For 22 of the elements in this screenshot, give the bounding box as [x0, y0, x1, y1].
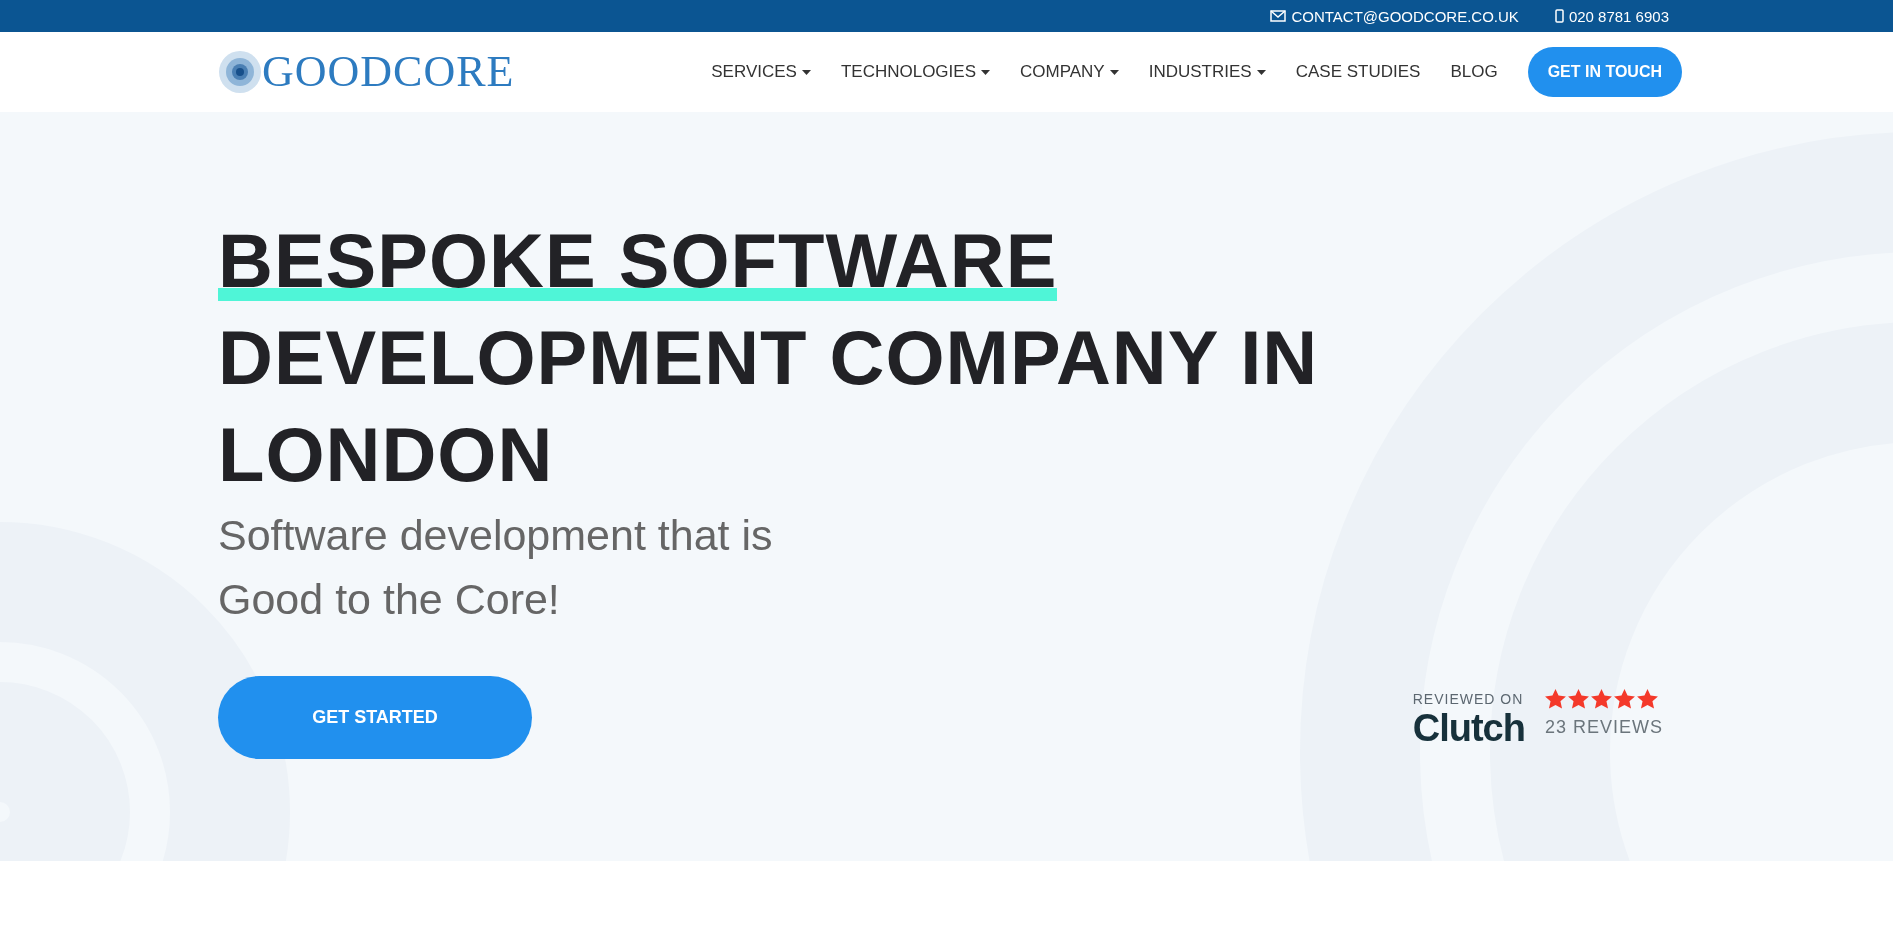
star-icon: [1567, 688, 1589, 709]
clutch-logo[interactable]: Clutch: [1412, 708, 1525, 747]
mail-icon: [1270, 10, 1287, 22]
reviewed-on-label: REVIEWED ON: [1412, 690, 1525, 707]
star-icon: [1590, 688, 1612, 709]
phone-icon: [1554, 9, 1564, 23]
contact-email[interactable]: CONTACT@GOODCORE.CO.UK: [1291, 7, 1519, 25]
star-icon: [1636, 688, 1658, 709]
hero-subtitle: Software development that is Good to the Core!: [218, 510, 774, 625]
review-count[interactable]: 23 REVIEWS: [1544, 717, 1663, 738]
nav-link[interactable]: CASE STUDIES: [1295, 62, 1421, 82]
contact-phone[interactable]: 020 8781 6903: [1568, 7, 1669, 25]
nav-link[interactable]: COMPANY: [1020, 62, 1119, 82]
logo-text[interactable]: GOODCORE: [262, 50, 515, 94]
nav-link[interactable]: SERVICES: [711, 62, 811, 82]
nav-link[interactable]: BLOG: [1450, 62, 1498, 82]
nav-link[interactable]: INDUSTRIES: [1148, 62, 1266, 82]
hero-heading: BESPOKE SOFTWARE DEVELOPMENT COMPANY IN LONDON: [218, 212, 1368, 503]
nav-link[interactable]: TECHNOLOGIES: [840, 62, 990, 82]
logo-rings-icon: [218, 50, 262, 94]
star-icon: [1613, 688, 1635, 709]
star-icon: [1544, 688, 1566, 709]
